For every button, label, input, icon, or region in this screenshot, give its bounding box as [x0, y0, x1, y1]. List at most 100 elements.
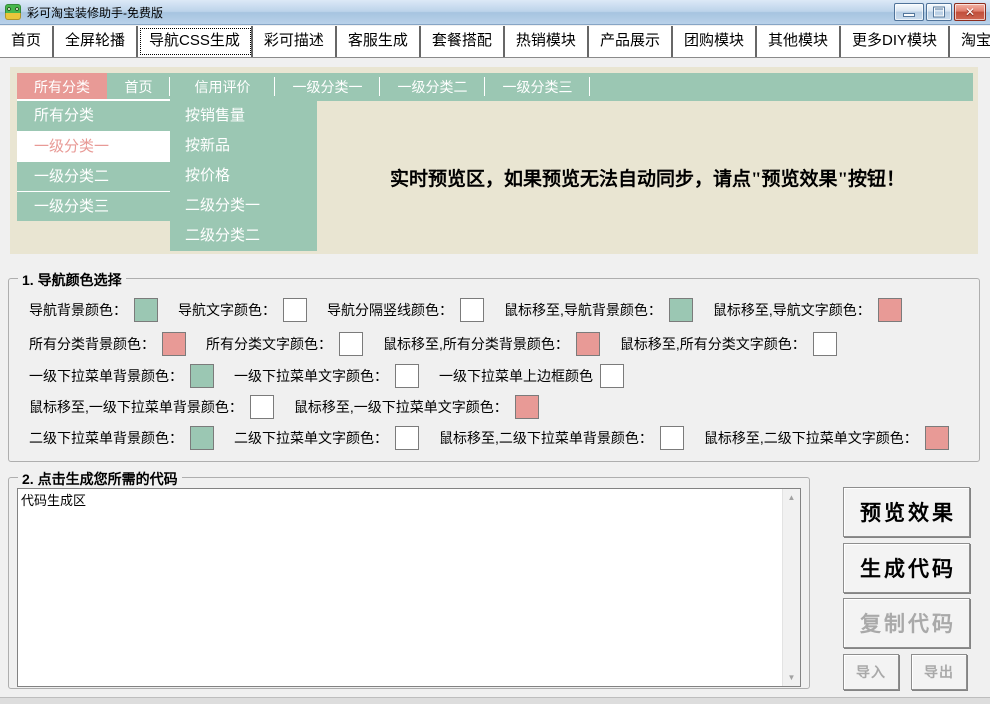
- preview-nav-bar: 所有分类 首页信用评价一级分类一一级分类二一级分类三: [17, 73, 973, 101]
- color-field: 一级下拉菜单文字颜色：: [234, 364, 419, 388]
- color-swatch[interactable]: [669, 298, 693, 322]
- color-field-label: 所有分类文字颜色：: [206, 334, 332, 354]
- import-button[interactable]: 导入: [843, 654, 899, 690]
- preview-dropdown1-item[interactable]: 一级分类三: [17, 191, 170, 221]
- maximize-icon: [934, 8, 944, 17]
- tab[interactable]: 客服生成: [337, 26, 421, 57]
- preview-dropdown2-item[interactable]: 按价格: [170, 161, 317, 191]
- color-field-label: 导航分隔竖线颜色：: [327, 300, 453, 320]
- preview-dropdown2-item[interactable]: 二级分类一: [170, 191, 317, 221]
- color-swatch[interactable]: [395, 364, 419, 388]
- tab[interactable]: 淘宝代码调试: [950, 26, 990, 57]
- color-field: 导航背景颜色：: [29, 298, 158, 322]
- tab[interactable]: 套餐搭配: [421, 26, 505, 57]
- color-swatch[interactable]: [250, 395, 274, 419]
- color-field: 鼠标移至,导航文字颜色：: [713, 298, 902, 322]
- preview-nav-item[interactable]: 首页: [107, 73, 170, 101]
- preview-dropdown2-item[interactable]: 二级分类二: [170, 221, 317, 251]
- color-swatch[interactable]: [515, 395, 539, 419]
- maximize-button[interactable]: [926, 3, 952, 21]
- export-button[interactable]: 导出: [911, 654, 967, 690]
- color-swatch[interactable]: [395, 426, 419, 450]
- color-field: 鼠标移至,二级下拉菜单背景颜色：: [439, 426, 684, 450]
- color-field-label: 所有分类背景颜色：: [29, 334, 155, 354]
- color-field: 鼠标移至,所有分类文字颜色：: [620, 332, 837, 356]
- preview-nav-item[interactable]: 一级分类一: [275, 73, 380, 101]
- preview-dropdown1-item[interactable]: 一级分类二: [17, 161, 170, 191]
- scrollbar-down-icon[interactable]: ▼: [783, 669, 800, 686]
- tab[interactable]: 产品展示: [589, 26, 673, 57]
- color-swatch[interactable]: [460, 298, 484, 322]
- color-row: 一级下拉菜单背景颜色： 一级下拉菜单文字颜色： 一级下拉菜单上边框颜色: [29, 363, 644, 389]
- color-field-label: 鼠标移至,导航背景颜色：: [504, 300, 662, 320]
- window-bottom-frame: [0, 697, 990, 704]
- color-swatch[interactable]: [190, 426, 214, 450]
- color-field-label: 鼠标移至,所有分类背景颜色：: [383, 334, 569, 354]
- nav-color-groupbox: 1. 导航颜色选择 导航背景颜色：导航文字颜色：导航分隔竖线颜色：鼠标移至,导航…: [8, 278, 980, 462]
- color-field: 鼠标移至,所有分类背景颜色：: [383, 332, 600, 356]
- color-swatch[interactable]: [660, 426, 684, 450]
- preview-nav-all-categories[interactable]: 所有分类: [17, 73, 107, 101]
- color-swatch[interactable]: [925, 426, 949, 450]
- color-swatch[interactable]: [600, 364, 624, 388]
- color-field: 导航文字颜色：: [178, 298, 307, 322]
- tab[interactable]: 首页: [0, 26, 54, 57]
- color-field-label: 二级下拉菜单背景颜色：: [29, 428, 183, 448]
- color-swatch[interactable]: [576, 332, 600, 356]
- tab[interactable]: 全屏轮播: [54, 26, 138, 57]
- color-field-label: 鼠标移至,二级下拉菜单文字颜色：: [704, 428, 918, 448]
- title-bar: 彩可淘宝装修助手-免费版 ✕: [0, 0, 990, 25]
- preview-dropdown1-item[interactable]: 所有分类: [17, 101, 170, 131]
- tab[interactable]: 导航CSS生成: [138, 26, 253, 57]
- copy-code-button[interactable]: 复制代码: [843, 598, 970, 648]
- tab[interactable]: 团购模块: [673, 26, 757, 57]
- color-field: 所有分类文字颜色：: [206, 332, 363, 356]
- color-field-label: 一级下拉菜单背景颜色：: [29, 366, 183, 386]
- color-field-label: 鼠标移至,一级下拉菜单背景颜色：: [29, 397, 243, 417]
- app-icon: [5, 4, 21, 20]
- preview-nav-item[interactable]: 一级分类三: [485, 73, 590, 101]
- generate-code-button[interactable]: 生成代码: [843, 543, 970, 593]
- color-field: 鼠标移至,一级下拉菜单文字颜色：: [294, 395, 539, 419]
- code-output-text: 代码生成区: [21, 490, 780, 509]
- color-field: 二级下拉菜单背景颜色：: [29, 426, 214, 450]
- preview-nav-item[interactable]: 信用评价: [170, 73, 275, 101]
- live-preview-area: 所有分类 首页信用评价一级分类一一级分类二一级分类三 所有分类一级分类一一级分类…: [10, 67, 978, 254]
- color-swatch[interactable]: [878, 298, 902, 322]
- code-scrollbar[interactable]: ▲ ▼: [782, 489, 800, 686]
- tab[interactable]: 其他模块: [757, 26, 841, 57]
- color-field: 鼠标移至,导航背景颜色：: [504, 298, 693, 322]
- preview-dropdown2-item[interactable]: 按销售量: [170, 101, 317, 131]
- preview-message: 实时预览区，如果预览无法自动同步，请点"预览效果"按钮！: [317, 101, 978, 254]
- preview-dropdown1-item[interactable]: 一级分类一: [17, 131, 170, 161]
- color-swatch[interactable]: [339, 332, 363, 356]
- color-row: 导航背景颜色： 导航文字颜色： 导航分隔竖线颜色： 鼠标移至,导航背景颜色： 鼠标移至,…: [29, 297, 922, 323]
- close-button[interactable]: ✕: [954, 3, 986, 21]
- window-title: 彩可淘宝装修助手-免费版: [27, 4, 163, 21]
- color-swatch[interactable]: [813, 332, 837, 356]
- code-output-textarea[interactable]: 代码生成区 ▲ ▼: [17, 488, 801, 687]
- preview-dropdown2-item[interactable]: 按新品: [170, 131, 317, 161]
- color-swatch[interactable]: [190, 364, 214, 388]
- color-field: 所有分类背景颜色：: [29, 332, 186, 356]
- color-swatch[interactable]: [162, 332, 186, 356]
- generated-code-groupbox-title: 2. 点击生成您所需的代码: [18, 469, 182, 489]
- preview-dropdown-level2: 按销售量按新品按价格二级分类一二级分类二: [170, 101, 317, 251]
- tab[interactable]: 热销模块: [505, 26, 589, 57]
- color-field-label: 导航文字颜色：: [178, 300, 276, 320]
- color-swatch[interactable]: [283, 298, 307, 322]
- tab[interactable]: 更多DIY模块: [841, 26, 950, 57]
- generated-code-groupbox: 2. 点击生成您所需的代码 代码生成区 ▲ ▼: [8, 477, 810, 689]
- minimize-button[interactable]: [894, 3, 924, 21]
- tab[interactable]: 彩可描述: [253, 26, 337, 57]
- color-field: 二级下拉菜单文字颜色：: [234, 426, 419, 450]
- preview-nav-item[interactable]: 一级分类二: [380, 73, 485, 101]
- color-field: 导航分隔竖线颜色：: [327, 298, 484, 322]
- scrollbar-up-icon[interactable]: ▲: [783, 489, 800, 506]
- color-row: 鼠标移至,一级下拉菜单背景颜色： 鼠标移至,一级下拉菜单文字颜色：: [29, 394, 559, 420]
- color-field: 鼠标移至,一级下拉菜单背景颜色：: [29, 395, 274, 419]
- color-field: 一级下拉菜单上边框颜色: [439, 364, 624, 388]
- color-field: 鼠标移至,二级下拉菜单文字颜色：: [704, 426, 949, 450]
- color-swatch[interactable]: [134, 298, 158, 322]
- preview-effect-button[interactable]: 预览效果: [843, 487, 970, 537]
